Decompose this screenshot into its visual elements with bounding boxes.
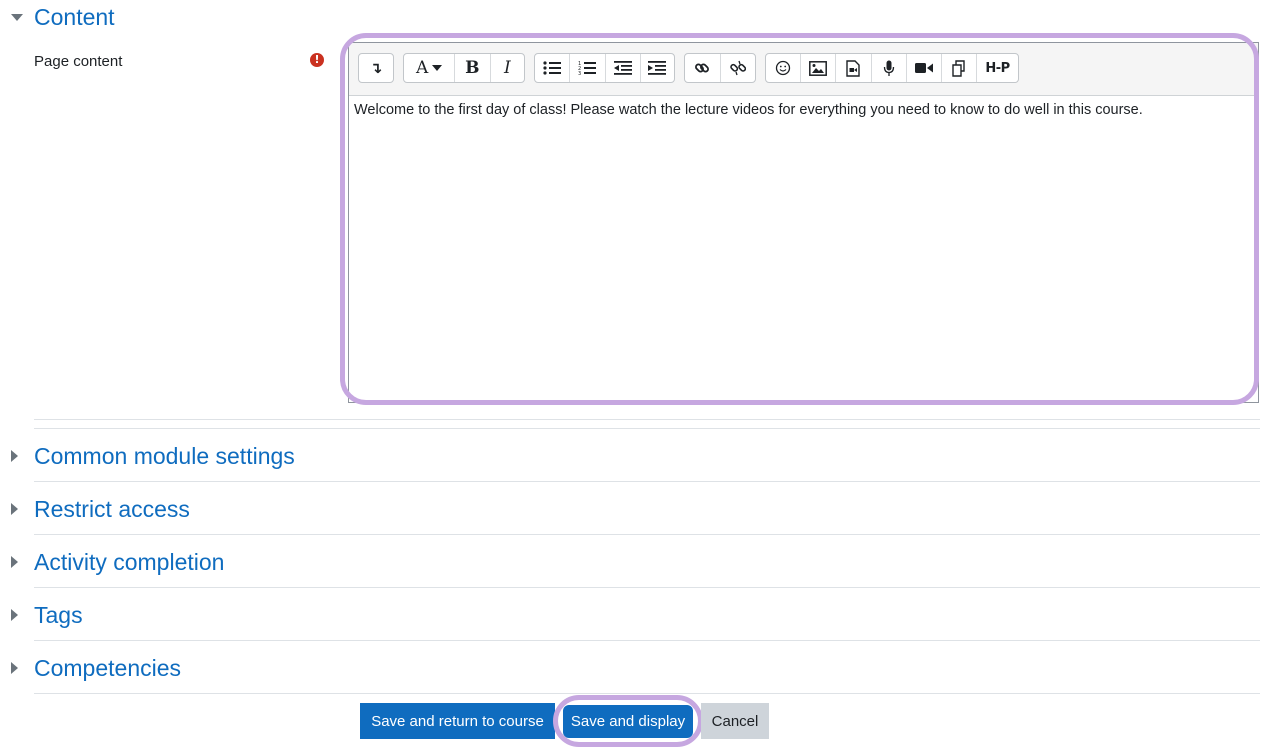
chevron-right-icon[interactable]: [11, 503, 18, 515]
divider: [34, 693, 1260, 694]
divider: [34, 534, 1260, 535]
cancel-button[interactable]: Cancel: [701, 703, 769, 739]
section-content-title[interactable]: Content: [34, 6, 115, 29]
divider: [34, 587, 1260, 588]
divider: [34, 419, 1260, 420]
chevron-right-icon[interactable]: [11, 662, 18, 674]
section-tags-title[interactable]: Tags: [34, 604, 83, 627]
section-activity-completion-title[interactable]: Activity completion: [34, 551, 224, 574]
chevron-right-icon[interactable]: [11, 450, 18, 462]
divider: [34, 428, 1260, 429]
section-common-module-settings-title[interactable]: Common module settings: [34, 445, 295, 468]
section-restrict-access-title[interactable]: Restrict access: [34, 498, 190, 521]
required-icon: !: [310, 53, 324, 67]
divider: [34, 640, 1260, 641]
highlight-outline-save-display: [553, 695, 703, 747]
section-competencies-title[interactable]: Competencies: [34, 657, 181, 680]
save-and-return-button[interactable]: Save and return to course: [360, 703, 555, 739]
divider: [34, 481, 1260, 482]
page-content-label: Page content: [34, 53, 123, 70]
chevron-down-icon[interactable]: [11, 14, 23, 21]
chevron-right-icon[interactable]: [11, 609, 18, 621]
chevron-right-icon[interactable]: [11, 556, 18, 568]
highlight-outline-editor: [340, 33, 1259, 405]
